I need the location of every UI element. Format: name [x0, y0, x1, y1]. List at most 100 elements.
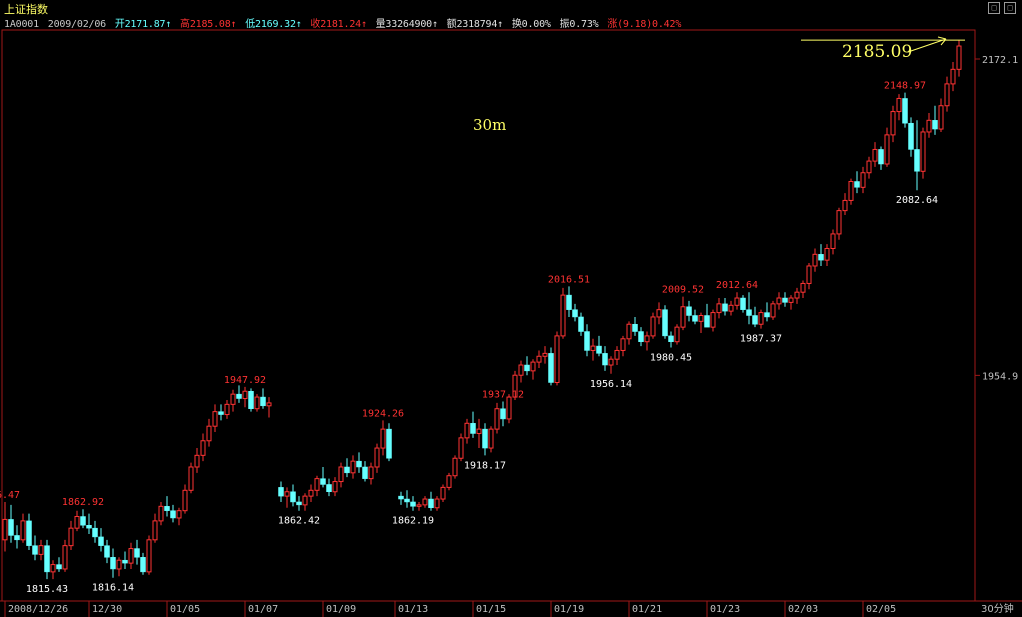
candle: [440, 484, 446, 502]
candle: [776, 292, 782, 310]
candle: [728, 300, 734, 316]
low-annotation: 1862.42: [278, 516, 320, 527]
candle: [908, 117, 914, 157]
candle: [320, 466, 326, 488]
candle: [206, 418, 212, 447]
candle: [632, 316, 638, 336]
candle: [878, 146, 884, 170]
candle: [194, 448, 200, 473]
candle: [170, 504, 176, 523]
candle: [818, 244, 824, 266]
candle: [302, 493, 308, 511]
candle: [110, 548, 116, 578]
candle: [596, 335, 602, 357]
candle: [284, 487, 290, 508]
period-unit-label: 30分钟: [981, 602, 1014, 615]
low-annotation: 1862.19: [392, 516, 434, 527]
candle: [116, 557, 122, 577]
candle: [224, 399, 230, 419]
candle: [764, 302, 770, 322]
candle: [158, 501, 164, 526]
high-annotation: 2016.51: [548, 274, 590, 285]
candle: [926, 113, 932, 138]
candle: [314, 475, 320, 497]
candle: [824, 244, 830, 266]
candle: [32, 535, 38, 561]
candle: [290, 484, 296, 507]
candle: [248, 388, 254, 412]
low-annotation: 1816.14: [92, 583, 134, 594]
candle: [680, 296, 686, 331]
candle: [212, 404, 218, 433]
candle: [308, 484, 314, 502]
candle: [464, 418, 470, 444]
candle: [164, 496, 170, 517]
candle: [380, 420, 386, 456]
candle: [98, 528, 104, 552]
candle: [812, 248, 818, 272]
candle: [374, 443, 380, 473]
kline-chart[interactable]: 2172.1 1954.9 2008/12/26 12/30 01/05 01/07 01/…: [0, 0, 1022, 617]
candle: [740, 295, 746, 313]
x-tick-label: 12/30: [92, 604, 122, 615]
candle: [536, 350, 542, 368]
candle: [602, 346, 608, 371]
candle: [806, 263, 812, 290]
candle: [470, 411, 476, 438]
x-tick-label: 02/05: [866, 604, 896, 615]
candle: [140, 552, 146, 575]
candle: [428, 491, 434, 511]
candle: [2, 501, 8, 552]
candle: [788, 295, 794, 310]
candle: [716, 298, 722, 319]
candle: [542, 346, 548, 364]
candle: [422, 496, 428, 508]
candle: [350, 455, 356, 479]
candle: [626, 321, 632, 345]
candle: [458, 433, 464, 462]
candle: [578, 312, 584, 336]
candle: [182, 484, 188, 514]
candle: [620, 335, 626, 357]
candle: [386, 423, 392, 462]
period-label: 30m: [473, 116, 506, 134]
candle: [914, 120, 920, 191]
low-annotation: 1987.37: [740, 334, 782, 345]
candle: [134, 539, 140, 565]
x-tick-label: 01/13: [398, 604, 428, 615]
candle: [38, 539, 44, 561]
candle: [872, 142, 878, 167]
candle: [608, 356, 614, 374]
candle: [80, 509, 86, 529]
candle: [554, 331, 560, 386]
low-annotation: 1980.45: [650, 353, 692, 364]
candle: [854, 171, 860, 194]
x-tick-label: 01/09: [326, 604, 356, 615]
candle: [200, 433, 206, 462]
candle: [26, 513, 32, 551]
candle: [692, 309, 698, 325]
candle: [860, 166, 866, 194]
candle: [128, 542, 134, 569]
candle: [836, 207, 842, 240]
candle: [668, 331, 674, 348]
candle: [500, 401, 506, 427]
candle: [476, 418, 482, 449]
candle: [938, 98, 944, 132]
candle: [8, 504, 14, 543]
candle: [590, 338, 596, 361]
candle: [68, 520, 74, 551]
candle: [278, 481, 284, 502]
candle: [752, 306, 758, 328]
candle: [410, 496, 416, 511]
candle: [404, 490, 410, 508]
candle: [746, 292, 752, 325]
candle: [488, 426, 494, 453]
low-annotation: 1956.14: [590, 379, 632, 390]
candle: [710, 309, 716, 332]
candle: [950, 62, 956, 92]
candle: [326, 478, 332, 497]
low-annotation: 1815.43: [26, 584, 68, 595]
x-tick-label: 02/03: [788, 604, 818, 615]
candle: [452, 455, 458, 479]
